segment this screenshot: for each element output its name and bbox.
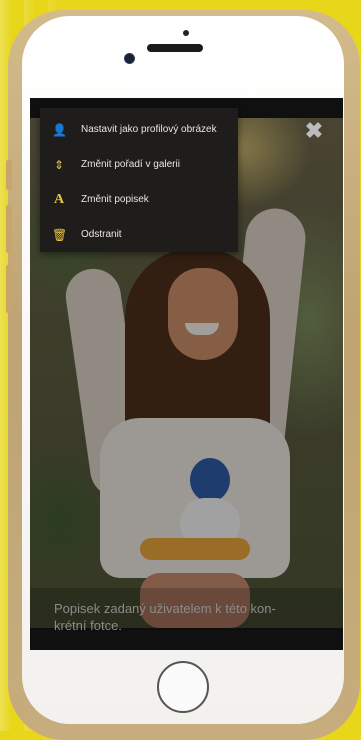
menu-item-label: Nastavit jako profilový obrázek (81, 124, 217, 135)
earpiece-speaker (147, 44, 203, 52)
menu-item-delete[interactable]: 🗑 Odstranit (40, 218, 238, 252)
caption-line-1: Popisek zadaný uživatelem k této kon- (54, 601, 276, 616)
close-icon[interactable]: ✖ (303, 120, 325, 142)
menu-item-label: Odstranit (81, 229, 122, 240)
menu-item-reorder[interactable]: ⇕ Změnit pořadí v galerii (40, 148, 238, 182)
trash-icon: 🗑 (52, 228, 68, 242)
menu-item-set-profile-picture[interactable]: 👤 Nastavit jako profilový obrázek (40, 113, 238, 147)
volume-down-button (6, 265, 12, 313)
menu-item-edit-caption[interactable]: A Změnit popisek (40, 183, 238, 217)
front-camera-icon (124, 53, 135, 64)
proximity-sensor (183, 30, 189, 36)
context-menu: 👤 Nastavit jako profilový obrázek ⇕ Změn… (40, 108, 238, 252)
home-button[interactable] (157, 661, 209, 713)
photo-caption: Popisek zadaný uživatelem k této kon- kr… (54, 600, 314, 634)
volume-up-button (6, 205, 12, 253)
menu-item-label: Změnit pořadí v galerii (81, 159, 180, 170)
reorder-icon: ⇕ (53, 158, 65, 172)
menu-item-label: Změnit popisek (81, 194, 149, 205)
text-icon: A (53, 192, 65, 207)
mute-switch (6, 160, 12, 190)
phone-screen: ✖ 👤 Nastavit jako profilový obrázek ⇕ Zm… (30, 98, 343, 650)
caption-line-2: krétní fotce. (54, 618, 122, 633)
user-icon: 👤 (52, 123, 67, 137)
